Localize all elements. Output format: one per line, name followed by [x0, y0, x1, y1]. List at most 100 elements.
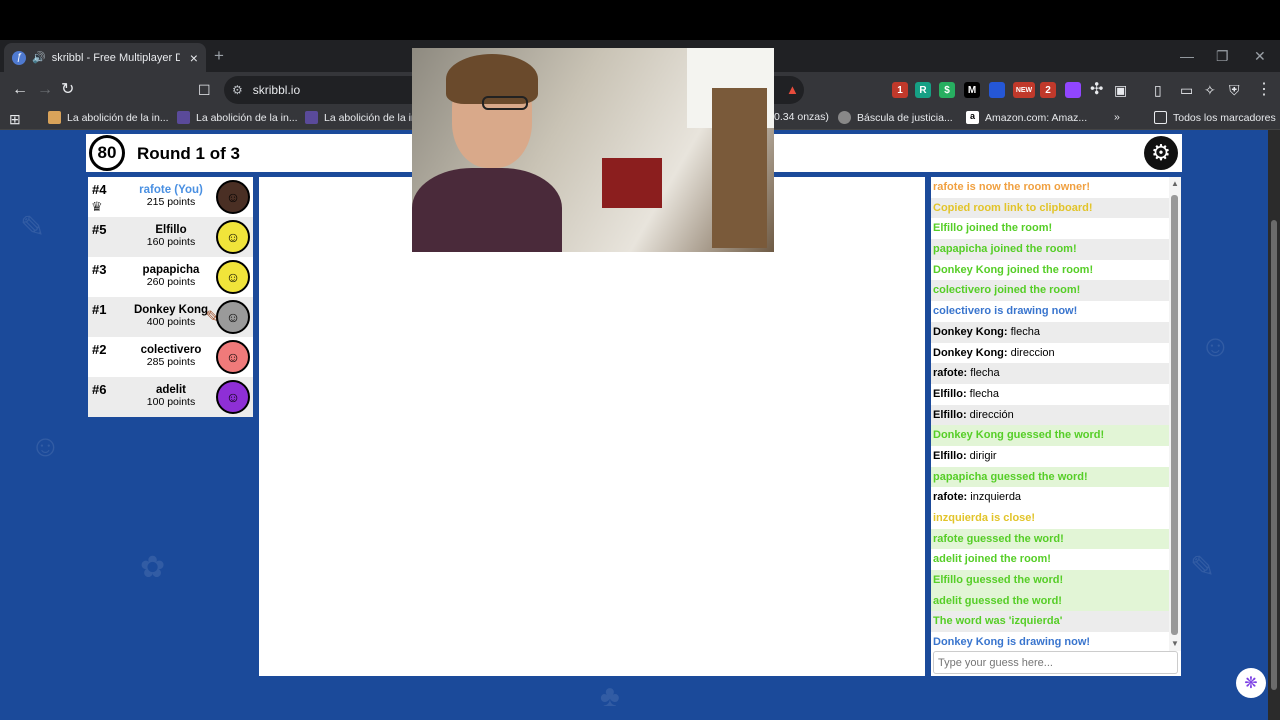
- player-rank: #4: [92, 182, 107, 197]
- wallet-icon[interactable]: ▭: [1180, 80, 1193, 100]
- chat-scrollbar[interactable]: ▲ ▼: [1169, 177, 1181, 651]
- crown-icon: ♛: [91, 199, 103, 214]
- round-indicator: Round 1 of 3: [137, 144, 240, 163]
- extension-m-icon[interactable]: M: [964, 82, 980, 98]
- sparkle-icon[interactable]: ✧: [1204, 80, 1216, 100]
- reload-icon[interactable]: ↻: [61, 80, 74, 100]
- player-row[interactable]: #5 Elfillo 160 points ☺: [88, 217, 253, 257]
- player-rank: #6: [92, 382, 107, 397]
- close-tab-icon[interactable]: ×: [190, 50, 198, 66]
- chat-message: inzquierda is close!: [933, 512, 1036, 524]
- extension-twitch-icon[interactable]: [1065, 82, 1081, 98]
- bookmark-item[interactable]: La abolición de la in...: [177, 111, 298, 124]
- globe-icon: [838, 111, 851, 124]
- guess-input[interactable]: [933, 651, 1178, 674]
- extension-shield-icon[interactable]: [989, 82, 1005, 98]
- chat-message: Elfillo: dirección: [931, 404, 1169, 426]
- player-avatar: ☺: [216, 380, 250, 414]
- chat-text: flecha: [1010, 325, 1040, 338]
- chat-author: Elfillo:: [933, 408, 967, 421]
- webcam-overlay: [412, 48, 774, 252]
- player-avatar: ☺: [216, 260, 250, 294]
- chat-message: papapicha guessed the word!: [931, 466, 1169, 488]
- player-avatar: ☺: [216, 180, 250, 214]
- player-points: 215 points: [146, 196, 196, 208]
- extension-r-icon[interactable]: R: [915, 82, 931, 98]
- page-scrollbar[interactable]: [1268, 130, 1280, 720]
- bookmark-icon[interactable]: ☐: [198, 80, 211, 100]
- chat-message: Donkey Kong: direccion: [931, 343, 1169, 364]
- scroll-up-icon[interactable]: ▲: [1171, 179, 1179, 188]
- puzzle-icon[interactable]: ✣: [1090, 80, 1103, 100]
- back-arrow-icon[interactable]: ←: [12, 80, 28, 100]
- scroll-down-icon[interactable]: ▼: [1171, 639, 1179, 648]
- page-scroll-thumb[interactable]: [1271, 220, 1277, 690]
- warning-icon[interactable]: ▲: [786, 80, 799, 100]
- chat-text: inzquierda: [970, 491, 1022, 504]
- url-text: skribbl.io: [252, 83, 301, 97]
- background-doodle-icon: ✎: [20, 211, 46, 244]
- player-info: Elfillo 160 points: [116, 224, 226, 248]
- player-avatar: ☺: [216, 300, 250, 334]
- chat-message: The word was 'izquierda': [931, 611, 1169, 633]
- chat-message: adelit joined the room!: [933, 553, 1051, 566]
- browser-tab[interactable]: ƒ 🔊 skribbl - Free Multiplayer Dra ×: [4, 43, 206, 72]
- chat-message: Copied room link to clipboard!: [931, 197, 1169, 219]
- speaker-icon[interactable]: 🔊: [32, 51, 46, 64]
- chat-author: Donkey Kong:: [933, 325, 1008, 338]
- extension-new-icon[interactable]: NEW: [1013, 82, 1035, 98]
- media-icon[interactable]: ▣: [1114, 80, 1127, 100]
- new-tab-button[interactable]: +: [214, 46, 224, 66]
- player-name: papapicha: [142, 264, 200, 276]
- player-name: rafote (You): [139, 184, 203, 196]
- all-bookmarks-button[interactable]: Todos los marcadores: [1154, 111, 1276, 124]
- player-info: papapicha 260 points: [116, 264, 226, 288]
- site-settings-icon[interactable]: ⚙: [232, 83, 243, 97]
- bookmark-favicon-icon: [305, 111, 318, 124]
- extension-dollar-icon[interactable]: $: [939, 82, 955, 98]
- settings-gear-icon[interactable]: ⚙: [1144, 136, 1178, 170]
- side-panel-icon[interactable]: ▯: [1154, 80, 1162, 100]
- minimize-icon[interactable]: —: [1180, 48, 1194, 64]
- player-row[interactable]: #2 colectivero 285 points ☺: [88, 337, 253, 377]
- webcam-books: [602, 158, 662, 208]
- quill-icon: ƒ: [12, 50, 26, 65]
- player-row[interactable]: #4 ♛ rafote (You) 215 points ☺: [88, 177, 253, 217]
- chat-message: papapicha joined the room!: [931, 239, 1169, 260]
- assistant-icon[interactable]: ❋: [1236, 668, 1266, 698]
- chat-text: dirigir: [969, 449, 997, 462]
- bookmark-favicon-icon: [48, 111, 61, 124]
- forward-arrow-icon[interactable]: →: [37, 80, 53, 100]
- chat-author: rafote:: [933, 491, 968, 504]
- player-rank: #2: [92, 342, 107, 357]
- player-row[interactable]: #1 Donkey Kong 400 points ✎ ☺: [88, 297, 253, 337]
- chat-text: direccion: [1010, 346, 1055, 359]
- bookmark-item[interactable]: La abolición de la in: [305, 111, 417, 124]
- timer-clock: 80: [89, 135, 125, 171]
- bookmark-item[interactable]: La abolición de la in...: [48, 111, 169, 124]
- player-row[interactable]: #3 papapicha 260 points ☺: [88, 257, 253, 297]
- bookmark-item[interactable]: a Amazon.com: Amaz...: [966, 111, 1087, 124]
- background-doodle-icon: ✎: [1190, 551, 1216, 584]
- chat-message: Elfillo: flecha: [931, 384, 1169, 405]
- chat-scroll-thumb[interactable]: [1171, 195, 1178, 635]
- extension-2-icon[interactable]: 2: [1040, 82, 1056, 98]
- player-rank: #5: [92, 222, 107, 237]
- more-bookmarks-icon[interactable]: »: [1114, 111, 1120, 123]
- bookmark-item[interactable]: Báscula de justicia...: [838, 111, 953, 124]
- webcam-person-body: [412, 168, 562, 252]
- close-window-icon[interactable]: ✕: [1254, 48, 1266, 65]
- maximize-icon[interactable]: ❐: [1216, 48, 1229, 65]
- bookmark-item[interactable]: 0.34 onzas): [774, 111, 829, 123]
- background-doodle-icon: ♣: [600, 680, 620, 713]
- player-info: adelit 100 points: [116, 384, 226, 408]
- chat-author: Elfillo:: [933, 449, 967, 462]
- chat-author: rafote:: [933, 367, 968, 380]
- menu-icon[interactable]: ⋮: [1256, 80, 1272, 100]
- apps-grid-icon[interactable]: ⊞: [9, 109, 21, 129]
- player-row[interactable]: #6 adelit 100 points ☺: [88, 377, 253, 417]
- amazon-icon: a: [966, 111, 979, 124]
- extension-1-icon[interactable]: 1: [892, 82, 908, 98]
- player-rank: #1: [92, 302, 107, 317]
- shield-icon[interactable]: ⛨: [1229, 80, 1240, 100]
